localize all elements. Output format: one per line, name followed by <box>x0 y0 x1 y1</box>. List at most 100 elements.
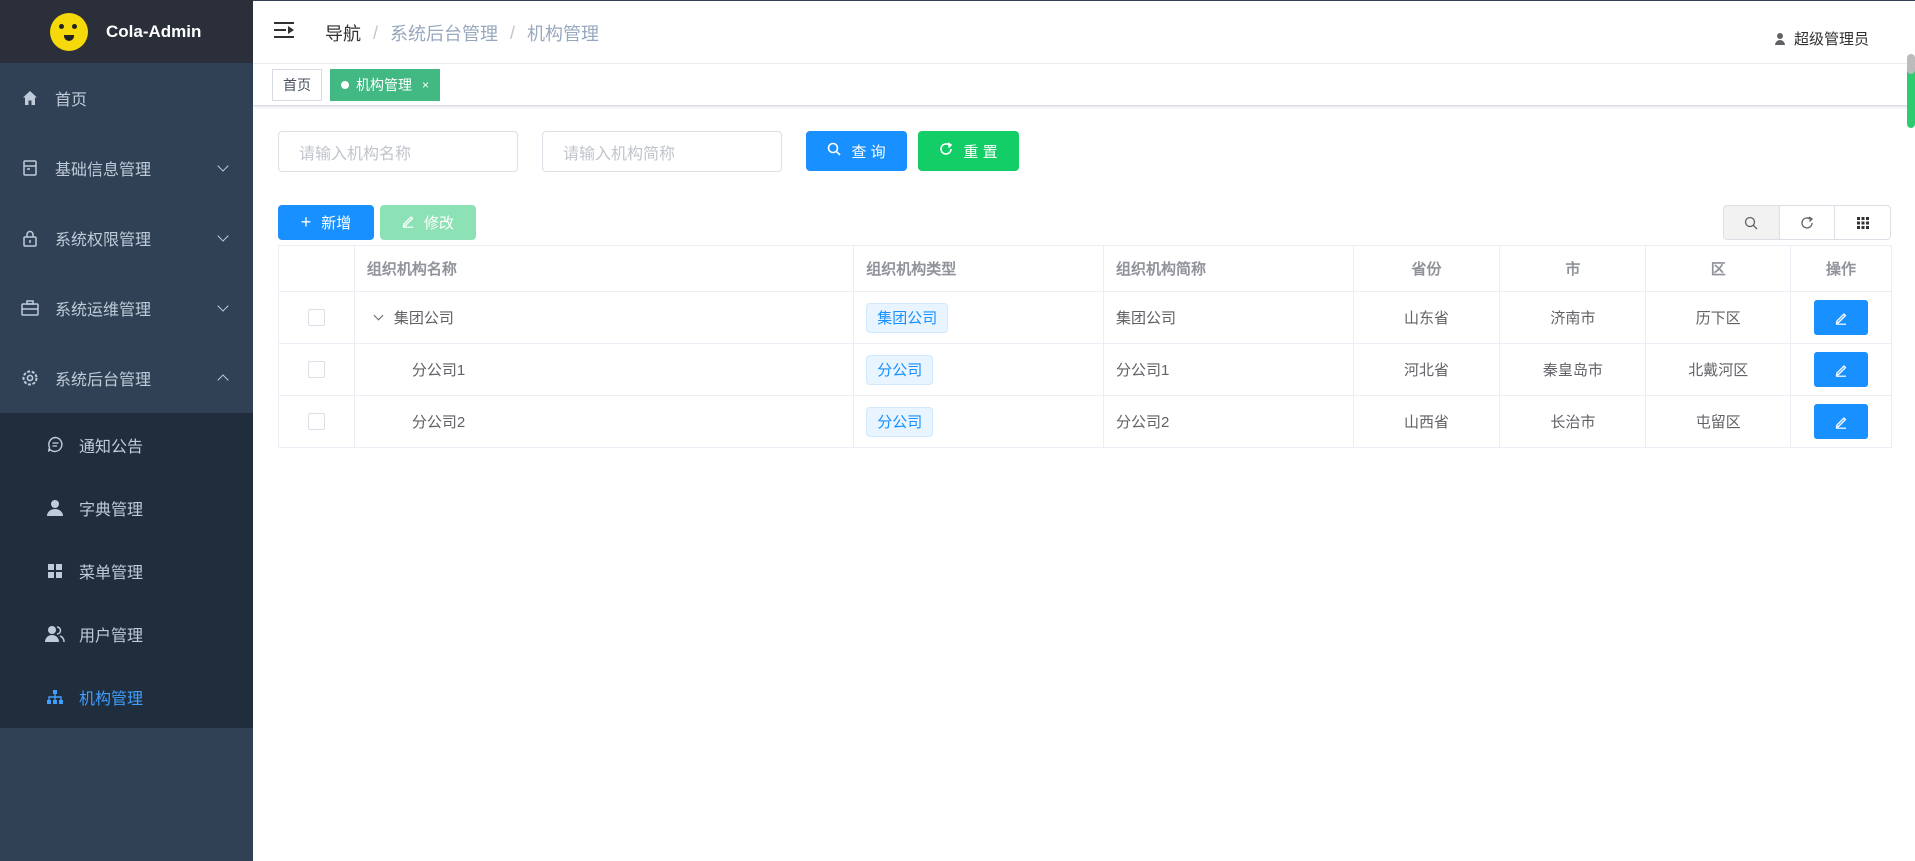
org-table: 组织机构名称 组织机构类型 组织机构简称 省份 市 区 操作 集团公司 集团公司… <box>278 245 1892 448</box>
chevron-down-icon <box>217 300 229 312</box>
dog-logo-icon <box>50 12 88 51</box>
tree-icon <box>45 688 65 706</box>
sidebar-item-label: 菜单管理 <box>79 564 144 582</box>
sidebar-item-dictionary[interactable]: 字典管理 <box>0 476 253 539</box>
chevron-up-icon <box>217 374 229 386</box>
scrollbar[interactable] <box>1907 54 1915 128</box>
table-tools <box>1723 205 1891 240</box>
pencil-icon <box>1835 416 1847 429</box>
pencil-icon <box>1835 364 1847 377</box>
plus-icon: + <box>300 212 312 232</box>
tag-home[interactable]: 首页 <box>272 69 322 101</box>
province: 山东省 <box>1354 292 1501 343</box>
lock-icon <box>21 229 39 247</box>
reset-button[interactable]: 重 置 <box>918 131 1019 171</box>
search-icon <box>827 142 841 160</box>
table-row[interactable]: 分公司2 分公司 分公司2 山西省 长治市 屯留区 <box>279 396 1891 447</box>
query-button[interactable]: 查 询 <box>806 131 907 171</box>
main-area: 导航 / 系统后台管理 / 机构管理 超级管理员 首页 机构管理 × 请输入机构… <box>253 0 1915 861</box>
column-header: 省份 <box>1354 246 1501 291</box>
refresh-icon <box>939 142 953 160</box>
sidebar-item-organizations[interactable]: 机构管理 <box>0 665 253 728</box>
toggle-search-button[interactable] <box>1724 206 1780 239</box>
document-icon <box>21 159 39 177</box>
sidebar-item-label: 通知公告 <box>79 438 144 456</box>
add-button[interactable]: + 新增 <box>278 205 374 240</box>
breadcrumb: 导航 / 系统后台管理 / 机构管理 <box>325 20 599 46</box>
grid-icon <box>45 562 65 580</box>
pencil-icon <box>402 214 414 232</box>
org-short-name-input[interactable]: 请输入机构简称 <box>542 131 782 172</box>
table-row[interactable]: 集团公司 集团公司 集团公司 山东省 济南市 历下区 <box>279 292 1891 344</box>
sidebar-item-permissions[interactable]: 系统权限管理 <box>0 203 253 273</box>
column-header: 操作 <box>1826 261 1857 278</box>
org-name: 集团公司 <box>393 310 454 327</box>
sidebar-item-backend[interactable]: 系统后台管理 <box>0 343 253 413</box>
refresh-icon <box>1801 215 1814 229</box>
sidebar-item-label: 基础信息管理 <box>55 162 152 179</box>
column-header: 市 <box>1500 246 1647 291</box>
row-edit-button[interactable] <box>1814 404 1869 439</box>
home-icon <box>21 89 39 107</box>
org-name: 分公司2 <box>411 414 466 431</box>
row-checkbox[interactable] <box>307 309 325 326</box>
district: 历下区 <box>1646 292 1792 343</box>
logo[interactable]: Cola-Admin <box>0 0 253 63</box>
column-header: 组织机构名称 <box>355 246 855 291</box>
user-name: 超级管理员 <box>1793 31 1869 48</box>
tag-organizations[interactable]: 机构管理 × <box>330 69 441 101</box>
breadcrumb-item: 机构管理 <box>527 24 600 44</box>
org-type-tag: 分公司 <box>866 406 934 437</box>
grid-icon <box>1856 216 1869 229</box>
search-icon <box>1745 216 1758 229</box>
sidebar-item-ops[interactable]: 系统运维管理 <box>0 273 253 343</box>
edit-button[interactable]: 修改 <box>380 205 476 240</box>
refresh-button[interactable] <box>1780 206 1836 239</box>
row-edit-button[interactable] <box>1814 352 1869 387</box>
org-name-input[interactable]: 请输入机构名称 <box>278 131 518 172</box>
district: 屯留区 <box>1646 396 1792 447</box>
sidebar-item-label: 用户管理 <box>79 627 144 645</box>
sidebar-item-users[interactable]: 用户管理 <box>0 602 253 665</box>
column-header: 组织机构类型 <box>854 246 1104 291</box>
sidebar-item-basic-info[interactable]: 基础信息管理 <box>0 133 253 203</box>
gear-icon <box>21 369 39 387</box>
org-short-name: 集团公司 <box>1104 292 1354 343</box>
sidebar-item-label: 系统后台管理 <box>55 372 152 389</box>
user-menu[interactable]: 超级管理员 <box>1774 28 1869 49</box>
row-checkbox[interactable] <box>307 361 325 378</box>
org-name: 分公司1 <box>411 362 466 379</box>
column-header: 组织机构简称 <box>1104 246 1354 291</box>
users-icon <box>45 625 65 643</box>
sidebar-item-label: 系统运维管理 <box>55 302 152 319</box>
org-short-name: 分公司1 <box>1104 344 1354 395</box>
sidebar-item-home[interactable]: 首页 <box>0 63 253 133</box>
row-edit-button[interactable] <box>1814 300 1869 335</box>
breadcrumb-item: 系统后台管理 <box>390 24 499 44</box>
message-icon <box>45 436 65 454</box>
tags-view: 首页 机构管理 × <box>253 64 1915 106</box>
hamburger-icon[interactable] <box>274 21 294 39</box>
table-row[interactable]: 分公司1 分公司 分公司1 河北省 秦皇岛市 北戴河区 <box>279 344 1891 396</box>
pencil-icon <box>1835 312 1847 325</box>
sidebar-item-label: 字典管理 <box>79 501 144 519</box>
sidebar-item-label: 首页 <box>55 92 88 109</box>
sidebar: Cola-Admin 首页 基础信息管理 系统权限管理 系统运维管理 系统后台管… <box>0 0 253 861</box>
sidebar-item-notices[interactable]: 通知公告 <box>0 413 253 476</box>
chevron-down-icon <box>217 160 229 172</box>
navbar: 导航 / 系统后台管理 / 机构管理 超级管理员 <box>253 0 1915 64</box>
city: 济南市 <box>1500 292 1647 343</box>
columns-button[interactable] <box>1835 206 1890 239</box>
sidebar-item-label: 系统权限管理 <box>55 232 152 249</box>
app-title: Cola-Admin <box>106 21 202 41</box>
chevron-down-icon[interactable] <box>373 310 384 321</box>
city: 秦皇岛市 <box>1500 344 1647 395</box>
district: 北戴河区 <box>1646 344 1792 395</box>
close-icon[interactable]: × <box>422 78 429 92</box>
org-type-tag: 集团公司 <box>866 302 949 333</box>
sidebar-item-label: 机构管理 <box>79 690 144 708</box>
sidebar-item-menus[interactable]: 菜单管理 <box>0 539 253 602</box>
table-header: 组织机构名称 组织机构类型 组织机构简称 省份 市 区 操作 <box>279 246 1891 292</box>
breadcrumb-item[interactable]: 导航 <box>325 20 361 46</box>
row-checkbox[interactable] <box>307 413 325 430</box>
